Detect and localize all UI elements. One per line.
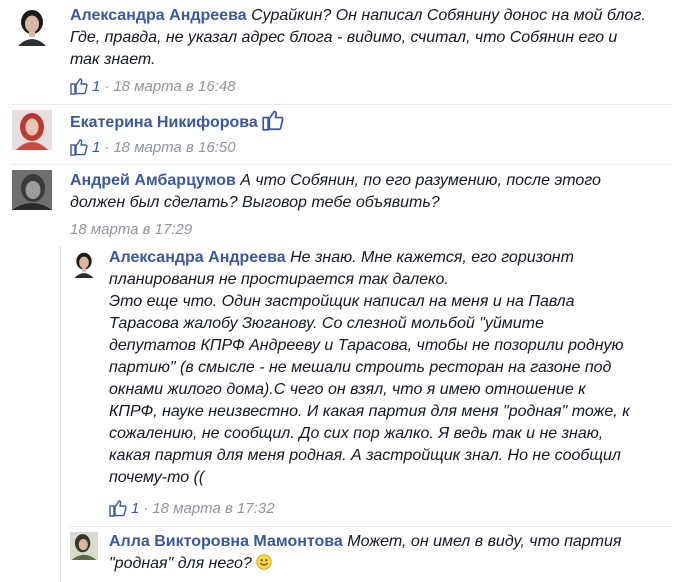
comment-text-line: почему-то (( xyxy=(109,469,205,486)
comment-text-line: планирования не простирается так далеко. xyxy=(109,271,449,288)
comment-body: Александра Андреева Не знаю. Мне кажется… xyxy=(109,247,679,489)
author-link[interactable]: Александра Андреева xyxy=(70,7,247,24)
avatar-aleksandra[interactable] xyxy=(12,6,52,46)
comment-meta: 1 · 18 марта в 17:32 xyxy=(109,499,275,517)
like-icon xyxy=(262,109,284,131)
reply-thread-line xyxy=(60,246,61,582)
like-icon[interactable] xyxy=(70,77,88,95)
comment-body: Андрей Амбарцумов А что Собянин, по его … xyxy=(70,170,670,214)
like-count[interactable]: 1 xyxy=(92,139,100,156)
separator-dot: · xyxy=(104,138,110,156)
author-link[interactable]: Екатерина Никифорова xyxy=(70,114,258,131)
timestamp[interactable]: 18 марта в 16:48 xyxy=(113,78,235,95)
avatar-ekaterina[interactable] xyxy=(12,110,52,150)
comment-meta: 1 · 18 марта в 16:50 xyxy=(70,138,236,156)
comment-text-line: партию" (в смысле - не мешали строить ре… xyxy=(109,359,612,376)
like-icon[interactable] xyxy=(70,138,88,156)
comment-text-line: сожалению, не сообщил. До сих пор жалко.… xyxy=(109,425,604,442)
comment-meta: 18 марта в 17:29 xyxy=(70,221,192,238)
comment-text-line: Это еще что. Один застройщик написал на … xyxy=(109,293,575,310)
comment-text-line: "родная" для него? xyxy=(109,555,252,572)
like-count[interactable]: 1 xyxy=(131,500,139,517)
comment-text-line: Где, правда, не указал адрес блога - вид… xyxy=(70,29,618,46)
author-link[interactable]: Андрей Амбарцумов xyxy=(70,172,236,189)
timestamp[interactable]: 18 марта в 17:32 xyxy=(152,500,274,517)
timestamp[interactable]: 18 марта в 17:29 xyxy=(70,221,192,238)
avatar-alla[interactable] xyxy=(70,532,98,560)
comment-text-line: А что Собянин, по его разумению, после э… xyxy=(240,172,601,189)
comment-text-line: окнами жилого дома).С чего он взял, что … xyxy=(109,381,586,398)
comment-text-line: Тарасова жалобу Зюганову. Со слезной мол… xyxy=(109,315,544,332)
author-link[interactable]: Алла Викторовна Мамонтова xyxy=(109,533,343,550)
comment-text-line: Сурайкин? Он написал Собянину донос на м… xyxy=(251,7,646,24)
separator-dot: · xyxy=(104,77,110,95)
smile-emoji-icon xyxy=(256,554,272,570)
comment-text-line: Может, он имел в виду, что партия xyxy=(347,533,622,550)
like-icon[interactable] xyxy=(109,499,127,517)
like-count[interactable]: 1 xyxy=(92,78,100,95)
timestamp[interactable]: 18 марта в 16:50 xyxy=(113,139,235,156)
divider xyxy=(12,104,672,105)
comment-text-line: КПРФ, науке неизвестно. И какая партия д… xyxy=(109,403,630,420)
comment-text-line: депутатов КПРФ Андрееву и Тарасова, чтоб… xyxy=(109,337,624,354)
avatar-andrey[interactable] xyxy=(12,170,52,210)
comment-text-line: какая партия для меня родная. А застройщ… xyxy=(109,447,621,464)
comment-body: Алла Викторовна Мамонтова Может, он имел… xyxy=(109,531,679,575)
divider xyxy=(12,164,672,165)
comment-body: Александра Андреева Сурайкин? Он написал… xyxy=(70,5,670,71)
avatar-aleksandra[interactable] xyxy=(70,250,98,278)
author-link[interactable]: Александра Андреева xyxy=(109,249,286,266)
comment-text-line: так знает. xyxy=(70,51,156,68)
comment-meta: 1 · 18 марта в 16:48 xyxy=(70,77,236,95)
comment-text-line: должен был сделать? Выговор тебе объявит… xyxy=(70,194,440,211)
comment-text-line: Не знаю. Мне кажется, его горизонт xyxy=(290,249,574,266)
separator-dot: · xyxy=(143,499,149,517)
divider xyxy=(70,526,672,527)
comment-body: Екатерина Никифорова xyxy=(70,109,670,134)
